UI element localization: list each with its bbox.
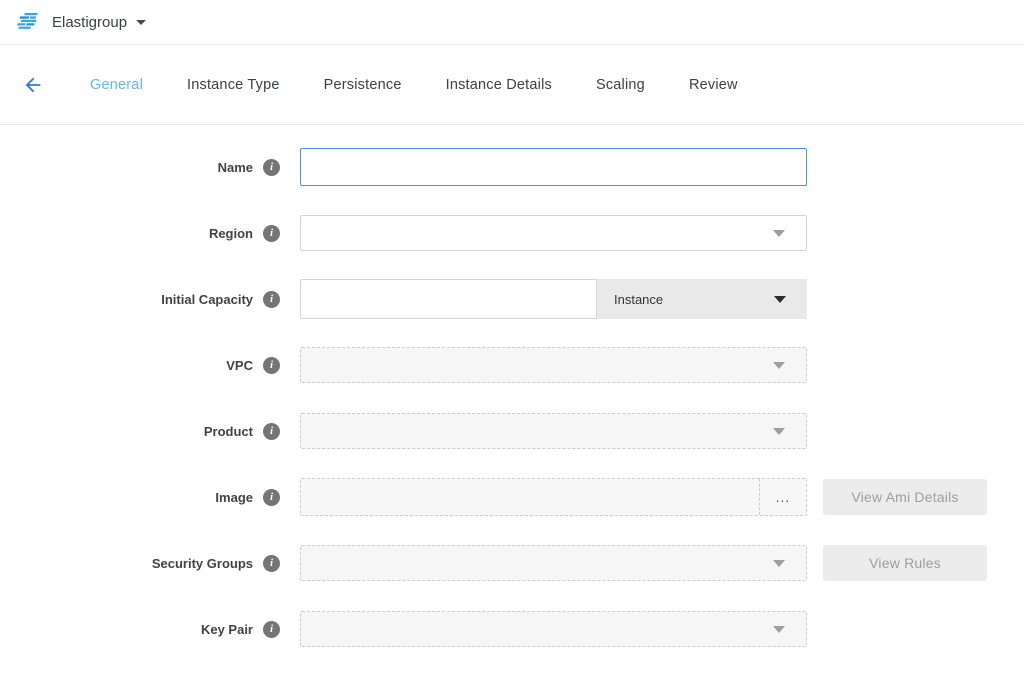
field-row-product: Product i xyxy=(0,411,1024,451)
product-switcher-caret-icon[interactable] xyxy=(136,20,146,25)
image-browse-button: ... xyxy=(760,479,806,515)
capacity-unit-value: Instance xyxy=(614,292,663,307)
chevron-down-icon xyxy=(773,230,785,237)
name-input[interactable] xyxy=(300,148,807,186)
tab-general[interactable]: General xyxy=(90,77,143,93)
security-groups-label: Security Groups xyxy=(152,556,253,571)
capacity-unit-select[interactable]: Instance xyxy=(597,279,807,319)
product-info-icon[interactable]: i xyxy=(263,423,280,440)
view-ami-details-button: View Ami Details xyxy=(823,479,987,515)
security-groups-info-icon[interactable]: i xyxy=(263,555,280,572)
field-row-image: Image i ... View Ami Details xyxy=(0,477,1024,517)
chevron-down-icon xyxy=(773,428,785,435)
wizard-tabs: General Instance Type Persistence Instan… xyxy=(90,77,782,93)
tab-scaling[interactable]: Scaling xyxy=(596,77,645,93)
initial-capacity-info-icon[interactable]: i xyxy=(263,291,280,308)
key-pair-select xyxy=(300,611,807,647)
region-select[interactable] xyxy=(300,215,807,251)
product-switcher-title[interactable]: Elastigroup xyxy=(52,14,127,31)
vpc-info-icon[interactable]: i xyxy=(263,357,280,374)
region-label: Region xyxy=(209,226,253,241)
image-input: ... xyxy=(300,478,807,516)
chevron-down-icon xyxy=(773,626,785,633)
chevron-down-icon xyxy=(773,362,785,369)
tab-review[interactable]: Review xyxy=(689,77,738,93)
field-row-vpc: VPC i xyxy=(0,345,1024,385)
key-pair-label: Key Pair xyxy=(201,622,253,637)
image-label: Image xyxy=(215,490,253,505)
elastigroup-logo-icon xyxy=(16,12,42,32)
initial-capacity-label: Initial Capacity xyxy=(161,292,253,307)
tab-instance-type[interactable]: Instance Type xyxy=(187,77,280,93)
chevron-down-icon xyxy=(773,560,785,567)
product-select xyxy=(300,413,807,449)
field-row-security-groups: Security Groups i View Rules xyxy=(0,543,1024,583)
back-arrow-icon[interactable] xyxy=(20,72,46,98)
chevron-down-icon xyxy=(774,296,786,303)
image-info-icon[interactable]: i xyxy=(263,489,280,506)
key-pair-info-icon[interactable]: i xyxy=(263,621,280,638)
security-groups-select xyxy=(300,545,807,581)
field-row-initial-capacity: Initial Capacity i Instance xyxy=(0,279,1024,319)
region-info-icon[interactable]: i xyxy=(263,225,280,242)
vpc-label: VPC xyxy=(226,358,253,373)
wizard-tab-bar: General Instance Type Persistence Instan… xyxy=(0,45,1024,125)
field-row-key-pair: Key Pair i xyxy=(0,609,1024,649)
general-settings-form: Name i Region i Initial Capacity i xyxy=(0,125,1024,649)
tab-persistence[interactable]: Persistence xyxy=(324,77,402,93)
name-info-icon[interactable]: i xyxy=(263,159,280,176)
field-row-region: Region i xyxy=(0,213,1024,253)
name-label: Name xyxy=(218,160,253,175)
product-label: Product xyxy=(204,424,253,439)
top-bar: Elastigroup xyxy=(0,0,1024,45)
field-row-name: Name i xyxy=(0,147,1024,187)
vpc-select xyxy=(300,347,807,383)
initial-capacity-input[interactable] xyxy=(300,279,597,319)
tab-instance-details[interactable]: Instance Details xyxy=(446,77,552,93)
view-rules-button: View Rules xyxy=(823,545,987,581)
